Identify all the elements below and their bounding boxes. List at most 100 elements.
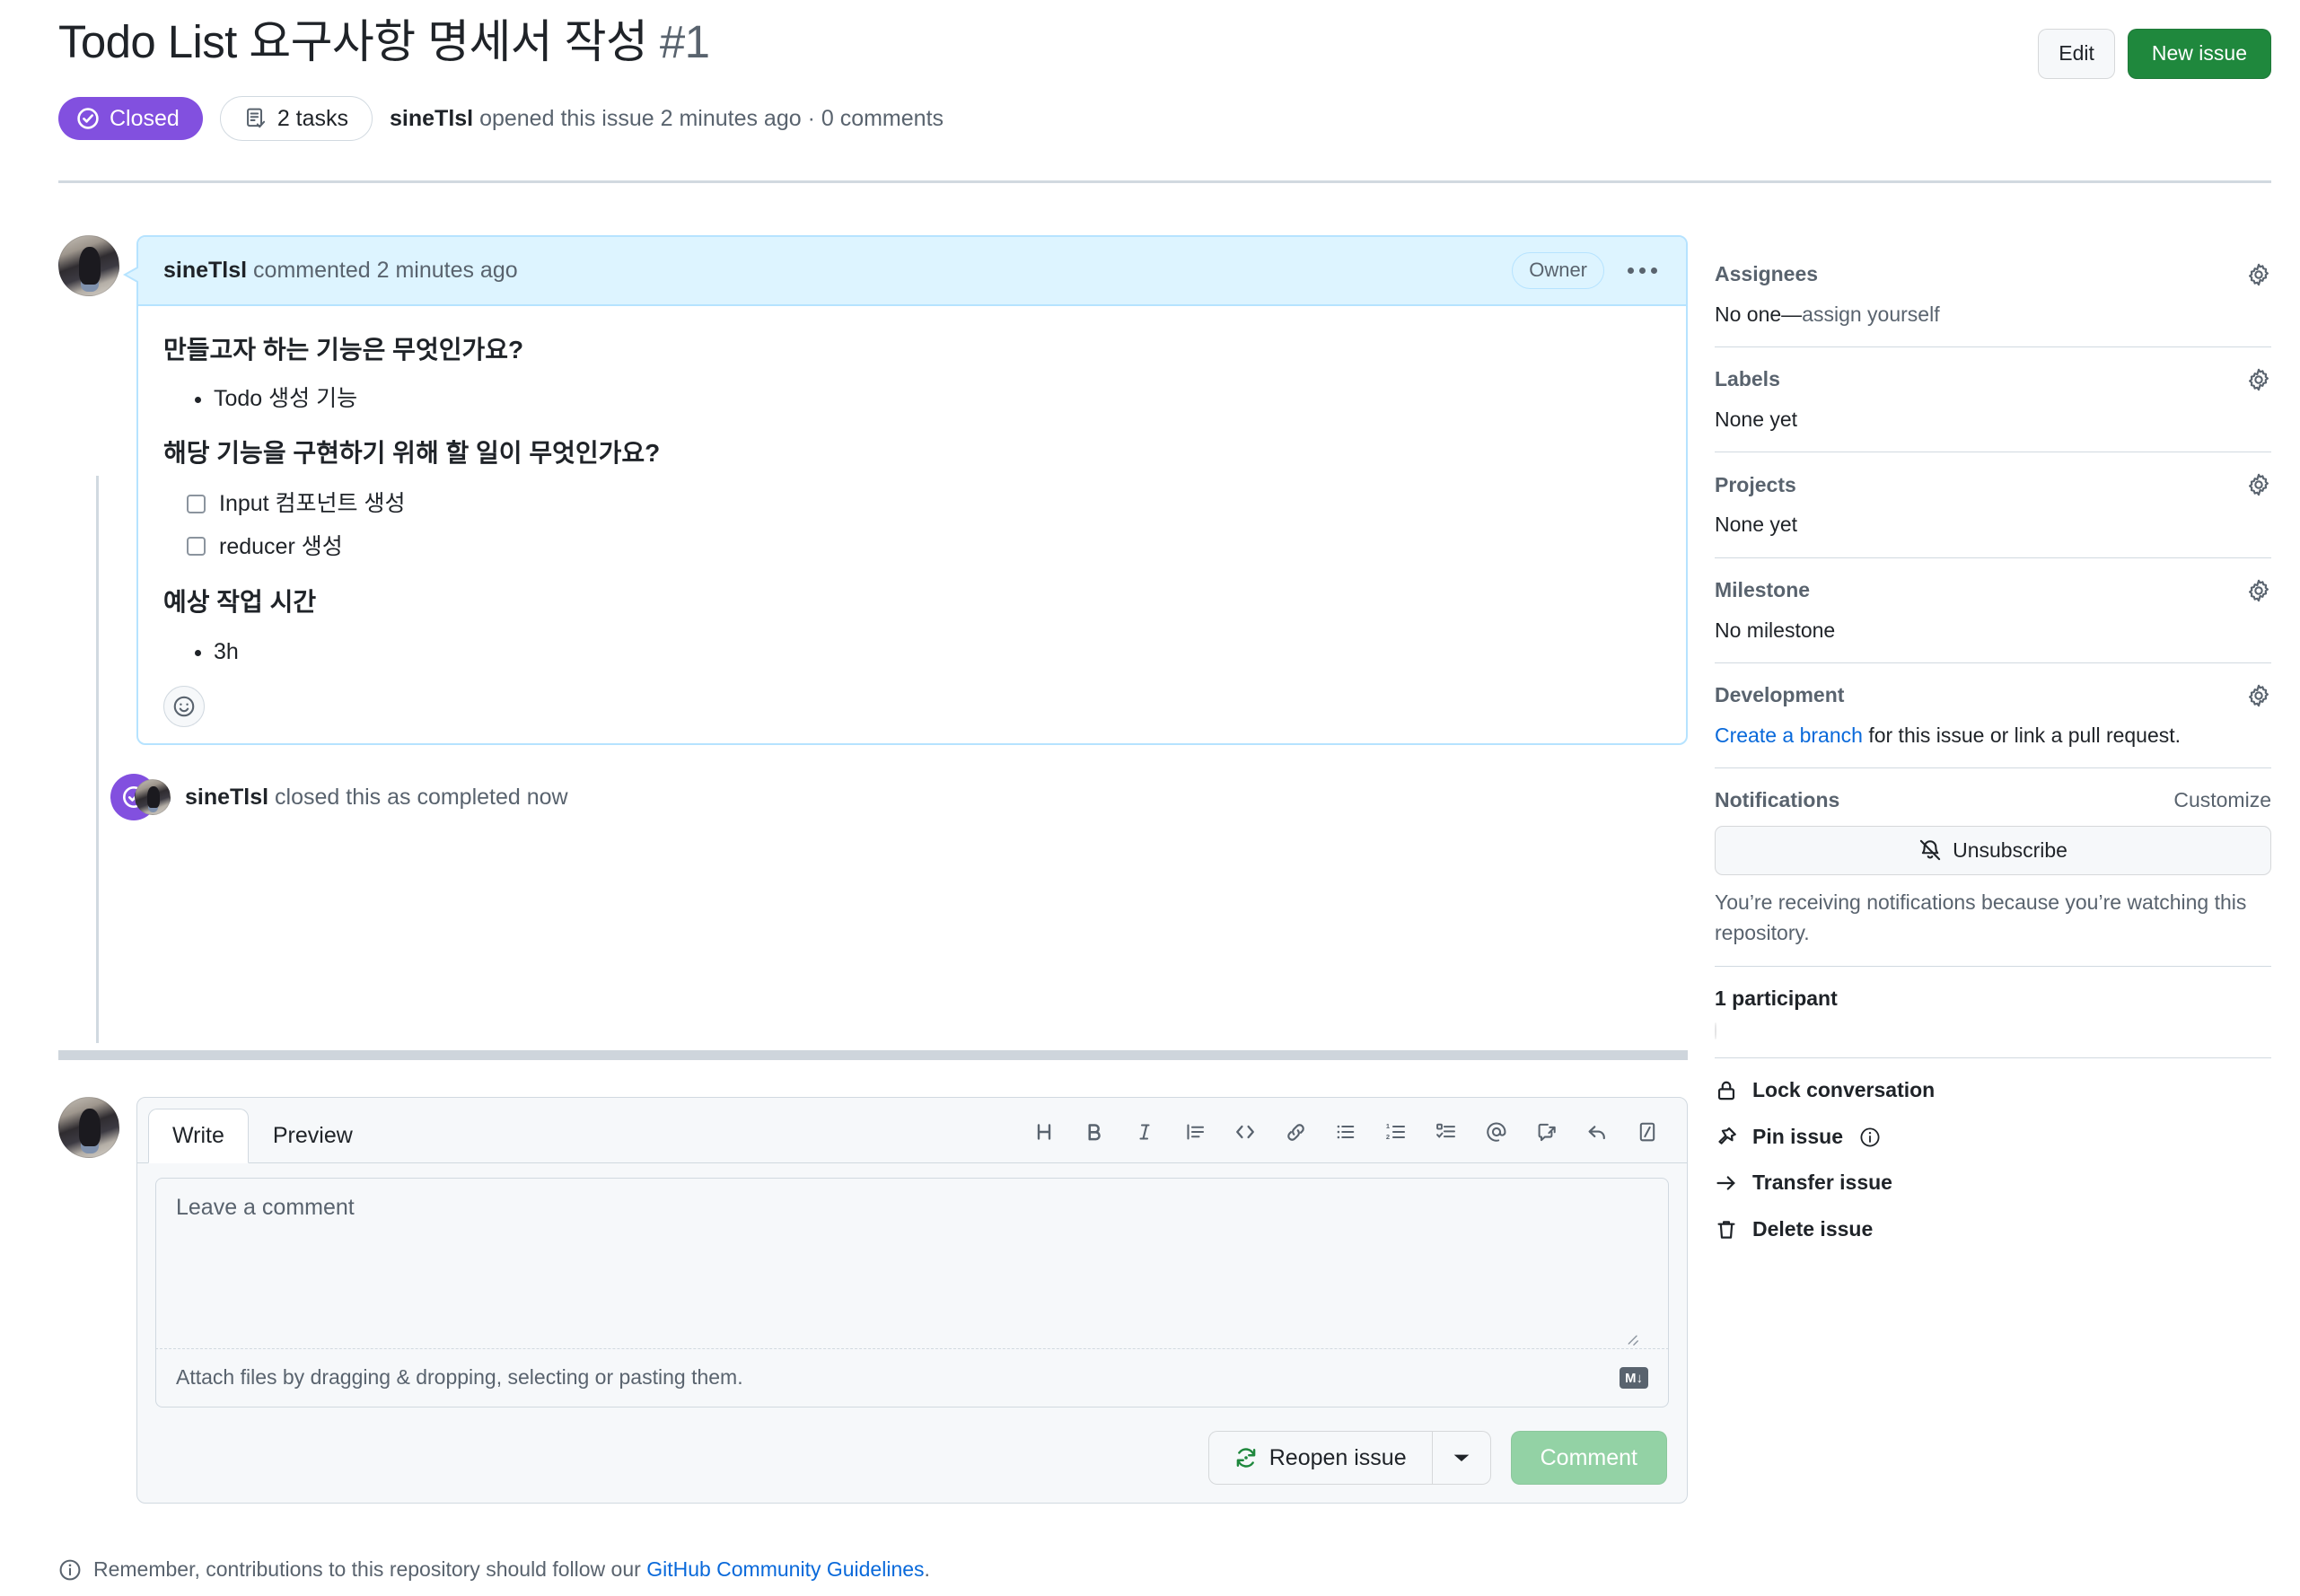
cross-reference-icon[interactable]: [1527, 1114, 1567, 1150]
unordered-list-icon[interactable]: [1326, 1114, 1365, 1150]
chevron-down-icon: [1453, 1451, 1470, 1464]
issue-header: Todo List 요구사항 명세서 작성 #1 Edit New issue: [58, 9, 2271, 79]
projects-value: None yet: [1715, 513, 1798, 537]
gear-icon[interactable]: [2246, 683, 2271, 708]
gear-icon[interactable]: [2246, 578, 2271, 603]
lock-conversation-button[interactable]: Lock conversation: [1715, 1078, 2271, 1103]
gear-icon[interactable]: [2246, 262, 2271, 287]
comment-heading-1: 만들고자 하는 기능은 무엇인가요?: [163, 335, 524, 364]
saved-reply-icon[interactable]: [1577, 1114, 1617, 1150]
trash-icon: [1715, 1218, 1738, 1241]
labels-header: Labels: [1715, 367, 2271, 392]
checkbox-icon[interactable]: [187, 494, 206, 513]
comment-input-placeholder: Leave a comment: [176, 1195, 355, 1221]
new-issue-button[interactable]: New issue: [2127, 29, 2271, 79]
gear-icon[interactable]: [2246, 367, 2271, 392]
community-guidelines-link[interactable]: GitHub Community Guidelines: [646, 1557, 924, 1581]
list-item: 3h: [214, 634, 1661, 670]
attach-files-bar[interactable]: Attach files by dragging & dropping, sel…: [155, 1348, 1669, 1407]
issue-author[interactable]: sineTlsl: [390, 106, 473, 131]
markdown-icon[interactable]: M↓: [1620, 1367, 1648, 1390]
transfer-issue-button[interactable]: Transfer issue: [1715, 1171, 2271, 1196]
task-label: reducer 생성: [219, 533, 343, 559]
comment-heading-2: 해당 기능을 구현하기 위해 할 일이 무엇인가요?: [163, 439, 661, 468]
avatar[interactable]: [58, 235, 119, 296]
pin-issue-button[interactable]: Pin issue: [1715, 1125, 2271, 1150]
reopen-dropdown-button[interactable]: [1431, 1430, 1491, 1486]
delete-issue-label: Delete issue: [1752, 1216, 1874, 1241]
checkbox-icon[interactable]: [187, 537, 206, 557]
tab-write[interactable]: Write: [148, 1109, 249, 1164]
task-list-item[interactable]: reducer 생성: [187, 528, 1661, 566]
comment-menu-button[interactable]: [1620, 262, 1664, 279]
comment-author[interactable]: sineTlsl: [163, 258, 247, 283]
assignees-value: No one—assign yourself: [1715, 300, 2271, 329]
issue-main-column: sineTlsl commented 2 minutes ago Owner 만…: [58, 235, 1688, 820]
role-badge: Owner: [1512, 252, 1604, 289]
community-guidelines-text: Remember, contributions to this reposito…: [93, 1557, 930, 1583]
create-branch-link[interactable]: Create a branch: [1715, 723, 1863, 747]
composer-actions: Reopen issue Comment: [137, 1407, 1687, 1491]
assignees-header: Assignees: [1715, 262, 2271, 287]
slash-command-icon[interactable]: [1628, 1114, 1667, 1150]
participant-avatar[interactable]: [1715, 1022, 1716, 1040]
assign-yourself-link[interactable]: assign yourself: [1802, 303, 1939, 326]
tasks-badge[interactable]: 2 tasks: [219, 96, 373, 141]
code-icon[interactable]: [1225, 1114, 1265, 1150]
tab-preview[interactable]: Preview: [249, 1109, 377, 1163]
timeline-event-text: sineTlsl closed this as completed now: [185, 784, 568, 811]
avatar[interactable]: [135, 778, 171, 815]
task-label: Input 컴포넌트 생성: [219, 491, 406, 517]
comment-input[interactable]: Leave a comment: [155, 1178, 1669, 1349]
issue-sidebar: Assignees No one—assign yourself Labels: [1715, 262, 2271, 1301]
note-prefix: Remember, contributions to this reposito…: [93, 1557, 647, 1581]
projects-title: Projects: [1715, 472, 1796, 496]
composer-input-zone: Leave a comment Attach files by dragging…: [137, 1163, 1687, 1407]
mention-icon[interactable]: [1477, 1114, 1516, 1150]
reopen-issue-button[interactable]: Reopen issue: [1207, 1430, 1432, 1486]
comment-card: sineTlsl commented 2 minutes ago Owner 만…: [123, 235, 1688, 745]
avatar[interactable]: [58, 1097, 119, 1158]
gear-icon[interactable]: [2246, 472, 2271, 497]
kebab-dot: [1628, 267, 1634, 274]
sidebar-section-assignees: Assignees No one—assign yourself: [1715, 262, 2271, 348]
customize-notifications-link[interactable]: Customize: [2173, 788, 2271, 812]
comment-thread-item: sineTlsl commented 2 minutes ago Owner 만…: [58, 235, 1688, 745]
unsubscribe-button[interactable]: Unsubscribe: [1715, 825, 2271, 876]
ordered-list-icon[interactable]: 1 2: [1376, 1114, 1416, 1150]
italic-icon[interactable]: [1125, 1114, 1164, 1150]
page-title: Todo List 요구사항 명세서 작성 #1: [58, 9, 2271, 69]
transfer-issue-label: Transfer issue: [1752, 1171, 1892, 1195]
delete-issue-button[interactable]: Delete issue: [1715, 1217, 2271, 1242]
sidebar-section-labels: Labels None yet: [1715, 367, 2271, 453]
add-reaction-button[interactable]: [163, 685, 205, 727]
reopen-icon: [1234, 1446, 1258, 1469]
arrow-right-icon: [1715, 1171, 1738, 1195]
composer-tabs: Write Preview: [148, 1109, 377, 1164]
lock-conversation-label: Lock conversation: [1752, 1078, 1936, 1102]
task-list-icon[interactable]: [1427, 1114, 1466, 1150]
link-icon[interactable]: [1276, 1114, 1315, 1150]
timeline-section-divider: [58, 1050, 1688, 1060]
comment-list-1: Todo 생성 기능: [163, 381, 1661, 417]
event-author[interactable]: sineTlsl: [185, 785, 268, 810]
issue-meta-row: Closed 2 tasks sineTlsl opened this issu…: [58, 96, 944, 141]
comment-submit-button[interactable]: Comment: [1510, 1430, 1667, 1486]
development-header: Development: [1715, 683, 2271, 708]
new-comment-form: Write Preview 1 2 Leave a comment Attach…: [58, 1097, 1688, 1504]
edit-button[interactable]: Edit: [2038, 29, 2115, 79]
milestone-title: Milestone: [1715, 577, 1811, 601]
composer-tabs-row: Write Preview 1 2: [137, 1098, 1687, 1164]
reopen-button-group: Reopen issue: [1207, 1430, 1491, 1486]
quote-icon[interactable]: [1175, 1114, 1215, 1150]
resize-handle[interactable]: [1623, 1330, 1641, 1348]
community-guidelines-note: Remember, contributions to this reposito…: [58, 1557, 1585, 1583]
note-suffix: .: [924, 1557, 930, 1581]
heading-icon[interactable]: [1024, 1114, 1064, 1150]
info-icon[interactable]: [1859, 1127, 1881, 1148]
assignees-title: Assignees: [1715, 262, 1819, 286]
comment-byline: sineTlsl commented 2 minutes ago: [163, 257, 518, 284]
task-list-item[interactable]: Input 컴포넌트 생성: [187, 485, 1661, 523]
bold-icon[interactable]: [1075, 1114, 1114, 1150]
info-icon: [58, 1558, 82, 1582]
